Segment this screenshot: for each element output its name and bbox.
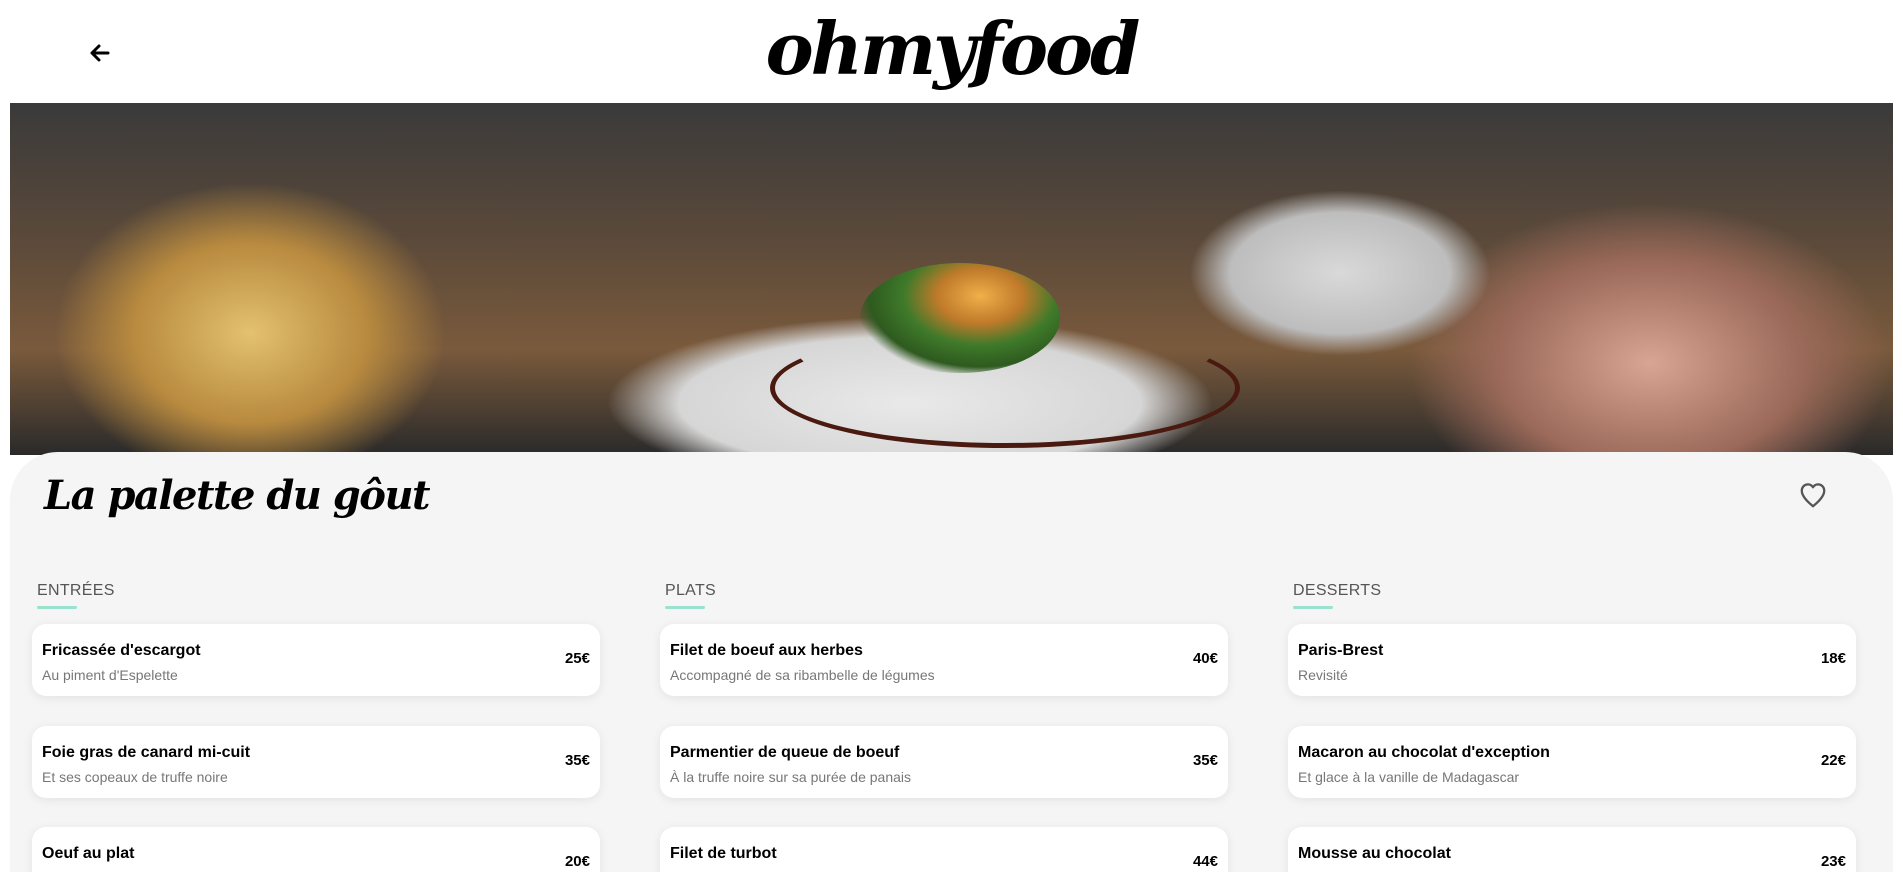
menu-item-card[interactable]: Filet de boeuf aux herbes Accompagné de … — [660, 624, 1228, 696]
menu-item-card[interactable]: Fricassée d'escargot Au piment d'Espelet… — [32, 624, 600, 696]
menu-item-desc: Accompagné de sa ribambelle de légumes — [670, 667, 935, 683]
menu-section-title: ENTRÉES — [37, 582, 115, 609]
restaurant-title: La palette du gôut — [44, 472, 431, 519]
menu-column-desserts: DESSERTS Paris-Brest Revisité 18€ Macaro… — [1283, 582, 1856, 872]
menu-item-name: Filet de boeuf aux herbes — [670, 642, 863, 659]
menu-item-card[interactable]: Foie gras de canard mi-cuit Et ses copea… — [32, 726, 600, 798]
menu-item-price: 18€ — [1820, 650, 1846, 667]
menu-item-price: 35€ — [1192, 752, 1218, 769]
menu-item-name: Paris-Brest — [1298, 642, 1384, 659]
menu-item-name: Filet de turbot — [670, 845, 777, 862]
menu-item-card[interactable]: Paris-Brest Revisité 18€ — [1288, 624, 1856, 696]
menu-item-name: Parmentier de queue de boeuf — [670, 744, 900, 761]
menu-item-card[interactable]: Macaron au chocolat d'exception Et glace… — [1288, 726, 1856, 798]
top-bar: ohmyfood — [0, 0, 1903, 103]
menu-item-name: Foie gras de canard mi-cuit — [42, 744, 251, 761]
menu-item-desc: À la truffe noire sur sa purée de panais — [670, 769, 912, 785]
menu-item-name: Oeuf au plat — [42, 845, 135, 862]
menu-item-name: Mousse au chocolat — [1298, 845, 1451, 862]
menu-item-price: 22€ — [1820, 752, 1846, 769]
menu-item-card[interactable]: Parmentier de queue de boeuf À la truffe… — [660, 726, 1228, 798]
menu-section-title: PLATS — [665, 582, 716, 609]
menu-item-price: 20€ — [564, 853, 590, 870]
menu-item-name: Fricassée d'escargot — [42, 642, 201, 659]
menu-item-desc: Revisité — [1298, 667, 1348, 683]
menu-section-title: DESSERTS — [1293, 582, 1382, 609]
menu-item-desc: Et ses copeaux de truffe noire — [42, 769, 228, 785]
hero-dish — [860, 263, 1060, 373]
menu-item-name: Macaron au chocolat d'exception — [1298, 744, 1550, 761]
menu-item-price: 44€ — [1192, 853, 1218, 870]
menu-item-card[interactable]: Mousse au chocolat 23€ — [1288, 827, 1856, 872]
site-logo[interactable]: ohmyfood — [0, 4, 1903, 94]
menu-item-desc: Au piment d'Espelette — [42, 667, 178, 683]
heart-outline-icon[interactable] — [1798, 480, 1828, 510]
menu-item-price: 23€ — [1820, 853, 1846, 870]
menu-item-price: 35€ — [564, 752, 590, 769]
menu-item-card[interactable]: Filet de turbot 44€ — [660, 827, 1228, 872]
menu-column-plats: PLATS Filet de boeuf aux herbes Accompag… — [655, 582, 1228, 872]
menu-column-entrees: ENTRÉES Fricassée d'escargot Au piment d… — [27, 582, 600, 872]
restaurant-panel: La palette du gôut ENTRÉES Fricassée d'e… — [10, 452, 1893, 872]
hero-image — [10, 103, 1893, 455]
menu-item-card[interactable]: Oeuf au plat 20€ — [32, 827, 600, 872]
menu-item-price: 40€ — [1192, 650, 1218, 667]
menu-item-price: 25€ — [564, 650, 590, 667]
menu-item-desc: Et glace à la vanille de Madagascar — [1298, 769, 1520, 785]
